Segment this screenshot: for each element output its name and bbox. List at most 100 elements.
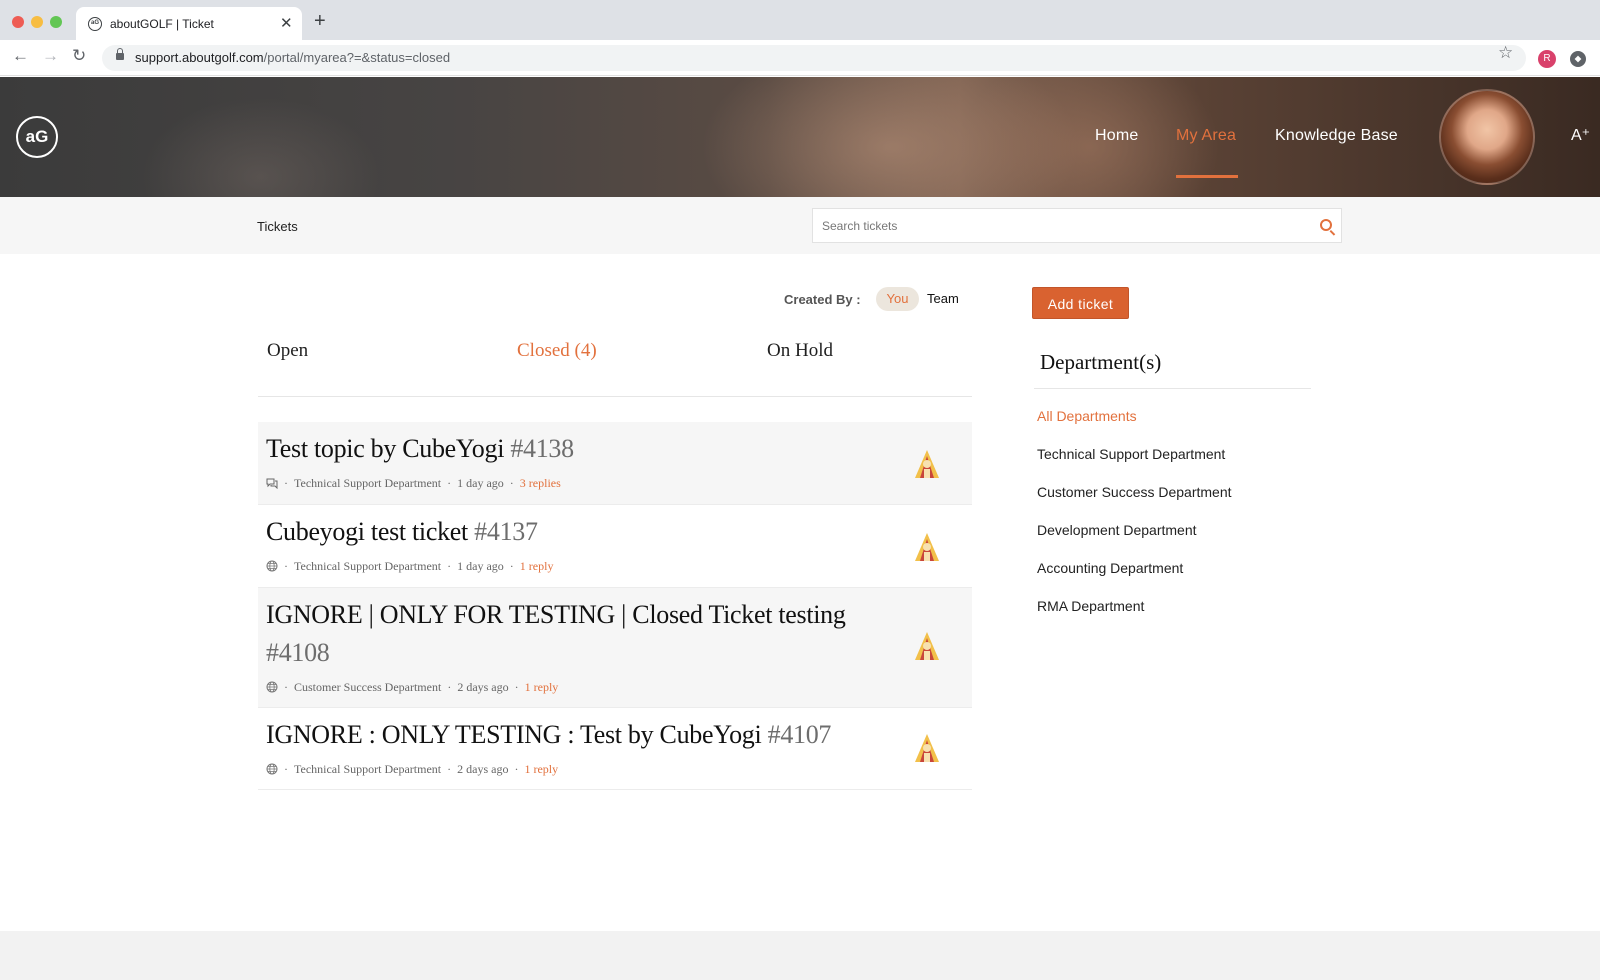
ticket-title[interactable]: Cubeyogi test ticket #4137 xyxy=(266,513,538,551)
ticket-meta: · Technical Support Department · 2 days ago… xyxy=(266,762,558,777)
ticket-meta: · Technical Support Department · 1 day ago ·… xyxy=(266,476,561,491)
ticket-title-text: Test topic by CubeYogi xyxy=(266,434,505,463)
new-tab-button[interactable]: + xyxy=(314,11,326,31)
chat-icon xyxy=(266,478,278,489)
nav-knowledge-base[interactable]: Knowledge Base xyxy=(1275,127,1398,145)
meta-separator: · xyxy=(509,476,514,490)
search-box xyxy=(812,208,1342,243)
forward-arrow-icon[interactable]: → xyxy=(42,46,59,66)
ticket-title-text: Cubeyogi test ticket xyxy=(266,517,468,546)
site-header: aG Home My Area Knowledge Base A⁺ xyxy=(0,77,1600,197)
tickets-bar: Tickets xyxy=(0,197,1600,254)
meta-separator: · xyxy=(447,680,452,694)
nav-active-indicator xyxy=(1176,175,1238,178)
search-input[interactable] xyxy=(822,209,1302,242)
lock-icon xyxy=(116,48,124,60)
tab-open[interactable]: Open xyxy=(267,340,308,362)
add-ticket-button[interactable]: Add ticket xyxy=(1032,287,1129,319)
url-path: /portal/myarea?=&status=closed xyxy=(263,50,451,65)
ticket-department: Technical Support Department xyxy=(294,476,442,490)
url-domain: support.aboutgolf.com xyxy=(135,50,264,65)
created-by-label: Created By : xyxy=(784,292,861,307)
ticket-replies[interactable]: 1 reply xyxy=(525,680,559,694)
ticket-meta: · Customer Success Department · 2 days ago ·… xyxy=(266,680,558,695)
back-arrow-icon[interactable]: ← xyxy=(12,46,29,66)
browser-toolbar: ← → ↻ support.aboutgolf.com/portal/myare… xyxy=(0,40,1600,76)
browser-tab[interactable]: aG aboutGOLF | Ticket ✕ xyxy=(76,7,302,40)
font-size-toggle-icon[interactable]: A⁺ xyxy=(1571,125,1590,145)
ticket-number: #4137 xyxy=(474,517,538,546)
reload-icon[interactable]: ↻ xyxy=(72,46,86,66)
nav-my-area[interactable]: My Area xyxy=(1176,127,1236,145)
ticket-row[interactable]: Cubeyogi test ticket #4137 · Technical Su… xyxy=(258,505,972,588)
ticket-row[interactable]: IGNORE : ONLY TESTING : Test by CubeYogi… xyxy=(258,708,972,790)
tabs-divider xyxy=(258,396,972,397)
page-footer xyxy=(0,931,1600,980)
window-maximize-button[interactable] xyxy=(50,16,62,28)
ticket-number: #4108 xyxy=(266,638,330,667)
ticket-time: 1 day ago xyxy=(457,559,504,573)
meta-separator: · xyxy=(284,762,288,776)
meta-separator: · xyxy=(284,680,288,694)
assignee-avatar xyxy=(915,632,939,660)
header-background-photo-blur xyxy=(140,97,380,197)
ticket-title-text: IGNORE : ONLY TESTING : Test by CubeYogi xyxy=(266,720,762,749)
tab-close-icon[interactable]: ✕ xyxy=(280,14,293,32)
assignee-avatar xyxy=(915,734,939,762)
meta-separator: · xyxy=(447,476,452,490)
ticket-time: 2 days ago xyxy=(457,680,509,694)
extension-icon[interactable] xyxy=(1570,51,1586,67)
window-close-button[interactable] xyxy=(12,16,24,28)
ticket-number: #4107 xyxy=(767,720,832,749)
url-text: support.aboutgolf.com/portal/myarea?=&st… xyxy=(135,50,450,65)
meta-separator: · xyxy=(514,762,519,776)
address-bar[interactable]: support.aboutgolf.com/portal/myarea?=&st… xyxy=(102,45,1526,71)
profile-avatar[interactable]: R xyxy=(1538,50,1556,68)
meta-separator: · xyxy=(447,762,452,776)
department-development[interactable]: Development Department xyxy=(1037,522,1197,538)
ticket-replies[interactable]: 1 reply xyxy=(520,559,554,573)
search-icon[interactable] xyxy=(1320,219,1332,231)
meta-separator: · xyxy=(514,680,519,694)
ticket-title-text: IGNORE | ONLY FOR TESTING | Closed Ticke… xyxy=(266,600,846,629)
bookmark-star-icon[interactable]: ☆ xyxy=(1498,43,1513,63)
tab-closed[interactable]: Closed (4) xyxy=(517,340,597,362)
assignee-avatar xyxy=(915,450,939,478)
ticket-department: Technical Support Department xyxy=(294,762,442,776)
nav-home[interactable]: Home xyxy=(1095,127,1138,145)
ticket-title[interactable]: IGNORE : ONLY TESTING : Test by CubeYogi… xyxy=(266,716,831,754)
globe-icon xyxy=(266,681,278,693)
ticket-title[interactable]: Test topic by CubeYogi #4138 xyxy=(266,430,574,468)
departments-divider xyxy=(1034,388,1311,389)
department-technical-support[interactable]: Technical Support Department xyxy=(1037,446,1225,462)
ticket-replies[interactable]: 3 replies xyxy=(520,476,561,490)
filter-team[interactable]: Team xyxy=(927,291,959,306)
browser-tabstrip: aG aboutGOLF | Ticket ✕ + xyxy=(0,0,1600,40)
department-rma[interactable]: RMA Department xyxy=(1037,598,1144,614)
meta-separator: · xyxy=(447,559,452,573)
ticket-meta: · Technical Support Department · 1 day ago ·… xyxy=(266,559,553,574)
ticket-time: 2 days ago xyxy=(457,762,509,776)
meta-separator: · xyxy=(284,476,288,490)
page-title: Tickets xyxy=(257,219,298,234)
site-logo[interactable]: aG xyxy=(16,116,58,158)
window-minimize-button[interactable] xyxy=(31,16,43,28)
ticket-number: #4138 xyxy=(510,434,574,463)
departments-heading: Department(s) xyxy=(1040,350,1162,374)
ticket-title[interactable]: IGNORE | ONLY FOR TESTING | Closed Ticke… xyxy=(266,596,886,672)
tab-on-hold[interactable]: On Hold xyxy=(767,340,833,362)
favicon-icon: aG xyxy=(88,17,102,31)
meta-separator: · xyxy=(284,559,288,573)
ticket-department: Technical Support Department xyxy=(294,559,442,573)
filter-you[interactable]: You xyxy=(876,287,919,311)
department-customer-success[interactable]: Customer Success Department xyxy=(1037,484,1232,500)
department-all[interactable]: All Departments xyxy=(1037,408,1137,424)
user-avatar[interactable] xyxy=(1439,89,1535,185)
ticket-row[interactable]: IGNORE | ONLY FOR TESTING | Closed Ticke… xyxy=(258,588,972,708)
ticket-replies[interactable]: 1 reply xyxy=(524,762,558,776)
globe-icon xyxy=(266,560,278,572)
ticket-row[interactable]: Test topic by CubeYogi #4138 · Technical … xyxy=(258,422,972,505)
department-accounting[interactable]: Accounting Department xyxy=(1037,560,1183,576)
ticket-time: 1 day ago xyxy=(457,476,504,490)
tab-title: aboutGOLF | Ticket xyxy=(110,17,214,31)
